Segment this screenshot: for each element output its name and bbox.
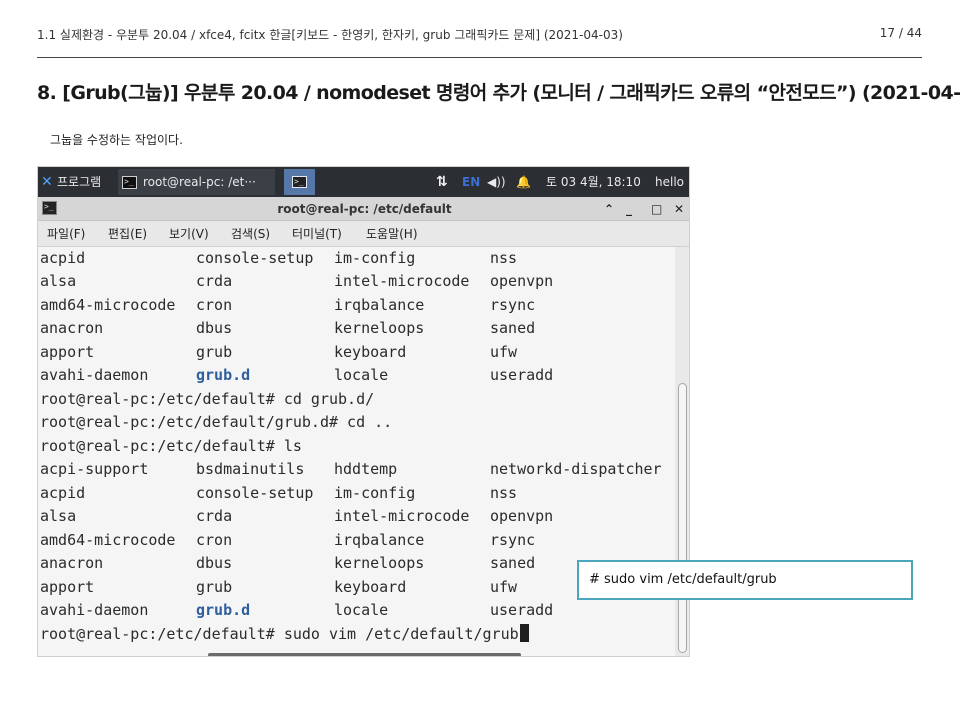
command-callout: # sudo vim /etc/default/grub	[577, 560, 913, 600]
terminal-command-line: root@real-pc:/etc/default# cd grub.d/	[40, 390, 375, 408]
xfce-mouse-icon[interactable]: ✕	[41, 167, 53, 197]
applications-menu-label[interactable]: 프로그램	[57, 167, 101, 197]
terminal-current-command: root@real-pc:/etc/default# sudo vim /etc…	[40, 625, 519, 643]
page-number: 17 / 44	[879, 26, 922, 40]
window-titlebar[interactable]: >_ root@real-pc: /etc/default ⌃ _ □ ✕	[38, 197, 689, 221]
menu-terminal[interactable]: 터미널(T)	[292, 221, 342, 247]
page-title: 8. [Grub(그눕)] 우분투 20.04 / nomodeset 명령어 …	[37, 82, 960, 104]
terminal-icon: >_	[292, 176, 307, 188]
maximize-button[interactable]: □	[651, 197, 662, 221]
window-title: root@real-pc: /etc/default	[277, 202, 452, 216]
speaker-icon[interactable]: ◀))	[487, 167, 506, 197]
input-method-indicator[interactable]: EN	[462, 167, 480, 197]
menu-edit[interactable]: 편집(E)	[108, 221, 147, 247]
header-divider	[37, 57, 922, 58]
taskbar-terminal-launcher[interactable]: >_	[284, 169, 315, 195]
menu-file[interactable]: 파일(F)	[47, 221, 85, 247]
taskbar-terminal-label: root@real-pc: /et···	[143, 175, 256, 189]
horizontal-scroll-indicator	[208, 653, 521, 656]
menu-help[interactable]: 도움말(H)	[366, 221, 418, 247]
network-arrows-icon[interactable]: ⇅	[436, 167, 448, 197]
terminal-cursor	[519, 624, 529, 642]
terminal-menubar: 파일(F) 편집(E) 보기(V) 검색(S) 터미널(T) 도움말(H)	[38, 221, 689, 247]
close-button[interactable]: ✕	[674, 197, 684, 221]
terminal-prompt-line[interactable]: root@real-pc:/etc/default# sudo vim /etc…	[40, 623, 529, 646]
panel-user[interactable]: hello	[655, 167, 684, 197]
scrollbar-thumb[interactable]	[678, 383, 687, 653]
terminal-icon: >_	[122, 176, 137, 189]
bell-icon[interactable]: 🔔	[516, 167, 531, 197]
terminal-command-line: root@real-pc:/etc/default/grub.d# cd ..	[40, 413, 393, 431]
taskbar-terminal-button[interactable]: >_ root@real-pc: /et···	[118, 169, 275, 195]
breadcrumb: 1.1 실제환경 - 우분투 20.04 / xfce4, fcitx 한글[키…	[37, 28, 623, 42]
shade-window-button[interactable]: ⌃	[604, 197, 614, 221]
intro-text: 그눕을 수정하는 작업이다.	[50, 133, 183, 147]
menu-view[interactable]: 보기(V)	[169, 221, 209, 247]
terminal-command-line: root@real-pc:/etc/default# ls	[40, 437, 302, 455]
xfce-panel: ✕ 프로그램 ⋮ >_root@real-pc: /et··· >_ ⇅ EN …	[38, 167, 689, 197]
menu-search[interactable]: 검색(S)	[231, 221, 270, 247]
panel-clock[interactable]: 토 03 4월, 18:10	[546, 167, 641, 197]
page-header: 1.1 실제환경 - 우분투 20.04 / xfce4, fcitx 한글[키…	[37, 26, 922, 44]
minimize-button[interactable]: _	[626, 197, 632, 221]
